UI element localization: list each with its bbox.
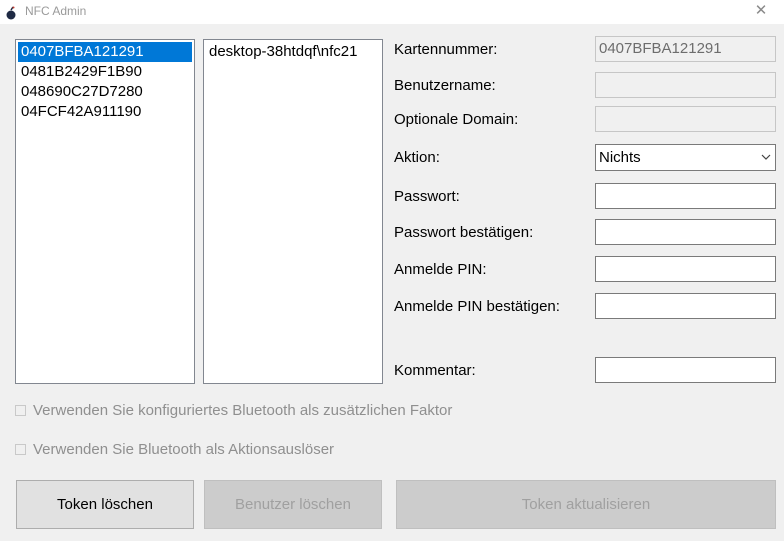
action-label: Aktion: bbox=[394, 149, 440, 166]
bluetooth-factor-label: Verwenden Sie konfiguriertes Bluetooth a… bbox=[33, 402, 453, 419]
token-list[interactable]: 0407BFBA121291 0481B2429F1B90 048690C27D… bbox=[15, 39, 195, 384]
delete-user-button[interactable]: Benutzer löschen bbox=[204, 480, 382, 529]
action-select[interactable]: Nichts bbox=[595, 144, 776, 171]
password-field[interactable] bbox=[595, 183, 776, 209]
pin-confirm-label: Anmelde PIN bestätigen: bbox=[394, 298, 560, 315]
user-list[interactable]: desktop-38htdqf\nfc21 bbox=[203, 39, 383, 384]
pin-confirm-field[interactable] bbox=[595, 293, 776, 319]
close-button[interactable]: ✕ bbox=[738, 0, 784, 24]
bluetooth-factor-checkbox[interactable] bbox=[15, 405, 26, 416]
token-list-item[interactable]: 0481B2429F1B90 bbox=[18, 62, 192, 82]
password-confirm-label: Passwort bestätigen: bbox=[394, 224, 534, 241]
password-confirm-field[interactable] bbox=[595, 219, 776, 245]
bluetooth-trigger-checkbox[interactable] bbox=[15, 444, 26, 455]
comment-label: Kommentar: bbox=[394, 362, 476, 379]
delete-token-button[interactable]: Token löschen bbox=[16, 480, 194, 529]
comment-field[interactable] bbox=[595, 357, 776, 383]
app-icon bbox=[6, 6, 16, 20]
password-label: Passwort: bbox=[394, 188, 460, 205]
close-icon: ✕ bbox=[754, 2, 768, 19]
username-field bbox=[595, 72, 776, 98]
token-list-item[interactable]: 048690C27D7280 bbox=[18, 82, 192, 102]
token-list-item[interactable]: 0407BFBA121291 bbox=[18, 42, 192, 62]
action-select-value: Nichts bbox=[599, 149, 641, 166]
user-list-item[interactable]: desktop-38htdqf\nfc21 bbox=[206, 42, 380, 62]
domain-label: Optionale Domain: bbox=[394, 111, 519, 128]
username-label: Benutzername: bbox=[394, 77, 496, 94]
update-token-button[interactable]: Token aktualisieren bbox=[396, 480, 776, 529]
bluetooth-trigger-label: Verwenden Sie Bluetooth als Aktionsauslö… bbox=[33, 441, 335, 458]
pin-field[interactable] bbox=[595, 256, 776, 282]
domain-field bbox=[595, 106, 776, 132]
card-number-field: 0407BFBA121291 bbox=[595, 36, 776, 62]
pin-label: Anmelde PIN: bbox=[394, 261, 487, 278]
title-bar: NFC Admin ✕ bbox=[0, 0, 784, 24]
window-title: NFC Admin bbox=[25, 4, 87, 18]
card-number-label: Kartennummer: bbox=[394, 41, 498, 58]
token-list-item[interactable]: 04FCF42A911190 bbox=[18, 102, 192, 122]
chevron-down-icon bbox=[761, 154, 771, 160]
